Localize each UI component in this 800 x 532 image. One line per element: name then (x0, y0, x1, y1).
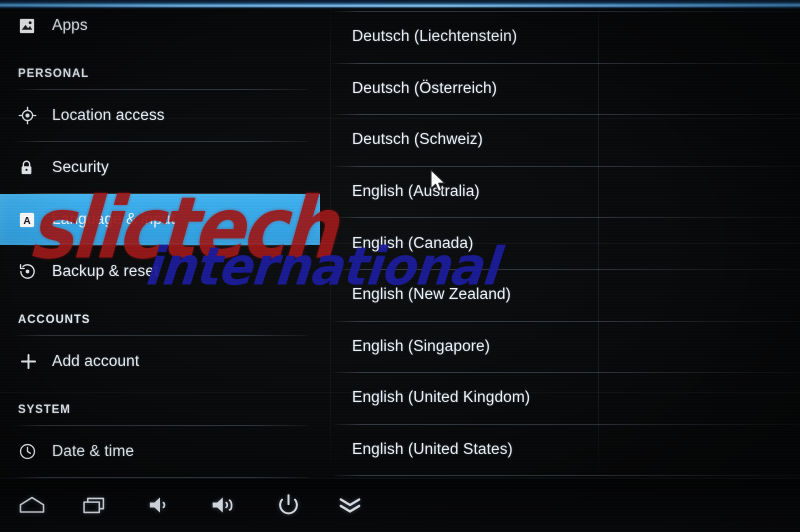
navbar-button-power[interactable] (264, 484, 312, 526)
system-navigation-bar (0, 478, 800, 532)
navbar-button-volume-up[interactable] (200, 484, 248, 526)
device-screen: Apps PERSONAL Location access Security A Lang… (0, 0, 800, 532)
volume-down-icon (147, 494, 173, 516)
sidebar-item-label: Backup & reset (52, 262, 159, 280)
plus-icon (18, 349, 48, 375)
language-option-english-united-kingdom[interactable]: English (United Kingdom) (330, 373, 800, 424)
recents-icon (82, 494, 110, 516)
lock-icon (18, 155, 48, 181)
sidebar-item-date-and-time[interactable]: Date & time (0, 426, 320, 477)
sidebar-item-security[interactable]: Security (0, 142, 320, 193)
sidebar-item-add-account[interactable]: Add account (0, 336, 320, 387)
clock-icon (18, 439, 48, 465)
navbar-button-volume-down[interactable] (136, 484, 184, 526)
language-option-label: Deutsch (Schweiz) (352, 131, 483, 149)
language-divider (334, 475, 800, 477)
language-option-label: English (United States) (352, 441, 513, 459)
volume-up-icon (210, 494, 239, 516)
language-option-label: English (New Zealand) (352, 286, 511, 304)
sidebar-section-header: PERSONAL (18, 68, 90, 80)
sidebar-item-label: Language & input (52, 210, 176, 228)
sidebar-item-label: Add account (52, 352, 140, 370)
language-option-english-singapore[interactable]: English (Singapore) (330, 322, 800, 373)
image-icon (18, 13, 48, 39)
sidebar-section-header: ACCOUNTS (18, 314, 91, 326)
sidebar-item-location-access[interactable]: Location access (0, 90, 320, 141)
language-list-top-pad (330, 0, 800, 11)
sidebar-item-label: Security (52, 158, 109, 176)
panel-seam-center (330, 0, 331, 478)
sidebar-item-label: Date & time (52, 442, 135, 460)
home-icon (18, 494, 46, 516)
sidebar-section-header: SYSTEM (18, 404, 71, 416)
language-option-english-new-zealand[interactable]: English (New Zealand) (330, 270, 800, 321)
hide-navbar-chevron-icon (336, 494, 364, 516)
panel-seam-right (598, 0, 599, 478)
language-option-deutsch-liechtenstein[interactable]: Deutsch (Liechtenstein) (330, 12, 800, 63)
sidebar-item-language-and-input[interactable]: A Language & input (0, 194, 320, 245)
sidebar-item-apps[interactable]: Apps (0, 0, 320, 51)
crosshair-icon (18, 103, 48, 129)
language-option-label: English (Canada) (352, 234, 474, 252)
language-option-english-canada[interactable]: English (Canada) (330, 218, 800, 269)
svg-text:A: A (23, 216, 31, 227)
language-option-label: English (Singapore) (352, 337, 491, 355)
sidebar-item-label: Location access (52, 106, 165, 124)
language-option-deutsch-österreich[interactable]: Deutsch (Österreich) (330, 64, 800, 115)
restore-icon (18, 259, 48, 285)
power-icon (276, 493, 301, 518)
navbar-button-hide-navbar-chevron[interactable] (326, 484, 374, 526)
navbar-button-recents[interactable] (72, 484, 120, 526)
navbar-button-home[interactable] (8, 484, 56, 526)
settings-sidebar: Apps PERSONAL Location access Security A Lang… (0, 0, 320, 530)
language-option-english-united-states[interactable]: English (United States) (330, 425, 800, 476)
language-option-label: English (United Kingdom) (352, 389, 531, 407)
language-option-english-australia[interactable]: English (Australia) (330, 167, 800, 218)
language-option-label: English (Australia) (352, 183, 480, 201)
letter-a-icon: A (18, 207, 48, 233)
language-list: Deutsch (Liechtenstein) Deutsch (Österrei… (330, 0, 800, 478)
language-option-label: Deutsch (Österreich) (352, 79, 497, 97)
sidebar-item-backup-and-reset[interactable]: Backup & reset (0, 246, 320, 297)
language-option-label: Deutsch (Liechtenstein) (352, 28, 518, 46)
navbar-divider (0, 478, 800, 479)
language-option-deutsch-schweiz[interactable]: Deutsch (Schweiz) (330, 115, 800, 166)
sidebar-item-label: Apps (52, 16, 88, 34)
